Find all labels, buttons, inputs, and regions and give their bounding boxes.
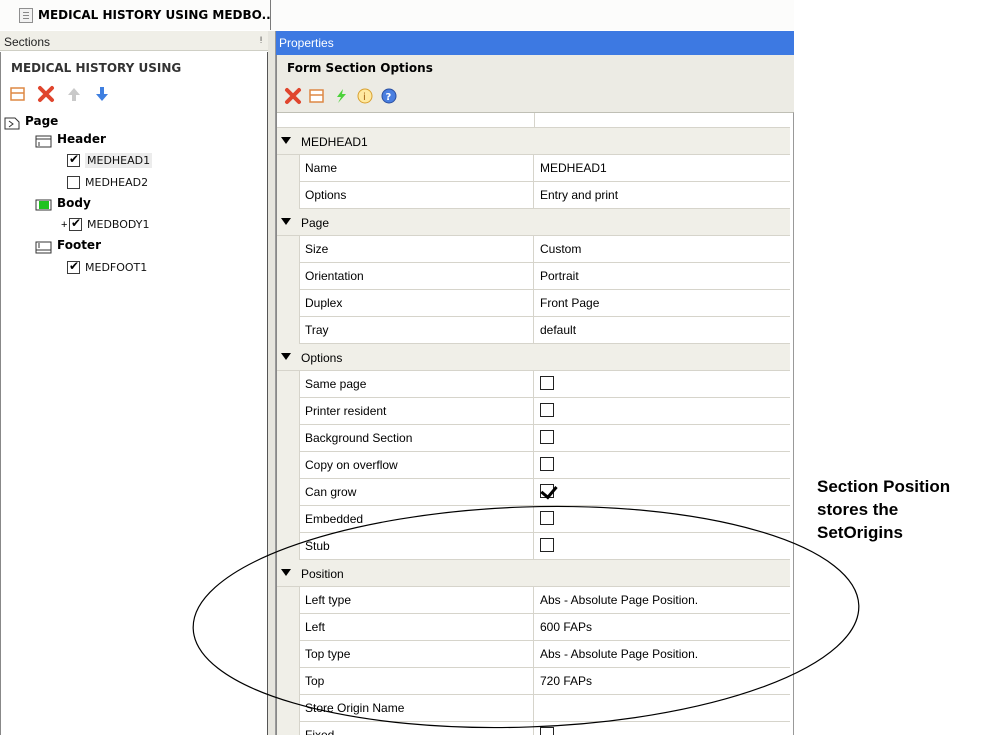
category-label: MEDHEAD1	[301, 135, 368, 149]
row-gutter	[277, 236, 299, 263]
property-row[interactable]: Options Entry and print	[277, 182, 790, 209]
document-tab-title: MEDICAL HISTORY USING MEDBO...	[38, 8, 276, 22]
sections-pane-header: Sections ᵎ	[0, 31, 268, 51]
properties-pane-header: Properties	[276, 31, 794, 55]
collapse-icon[interactable]	[281, 137, 291, 144]
tree-node-header[interactable]: Header	[35, 132, 106, 148]
property-name: Name	[299, 155, 534, 181]
section-checkbox[interactable]	[69, 216, 82, 232]
row-gutter	[277, 182, 299, 209]
callout-line: Section Position	[817, 477, 951, 496]
property-row[interactable]: Name MEDHEAD1	[277, 155, 790, 182]
tree-node-footer[interactable]: Footer	[35, 238, 101, 254]
property-category[interactable]: MEDHEAD1	[277, 128, 790, 155]
row-gutter	[277, 452, 299, 479]
delete-icon[interactable]	[37, 85, 55, 103]
property-checkbox[interactable]	[535, 371, 790, 397]
svg-text:i: i	[363, 92, 366, 103]
property-row[interactable]: Printer resident	[277, 398, 790, 425]
checkbox[interactable]	[540, 457, 554, 471]
header-section-icon	[35, 134, 52, 148]
add-section-icon[interactable]	[9, 85, 27, 103]
delete-icon[interactable]	[284, 87, 302, 105]
property-value[interactable]: Entry and print	[535, 182, 790, 208]
property-value[interactable]: Portrait	[535, 263, 790, 289]
tree-leaf[interactable]: MEDHEAD1	[67, 152, 153, 168]
info-icon[interactable]: i	[356, 87, 374, 105]
property-name: Copy on overflow	[299, 452, 534, 478]
property-row[interactable]: Background Section	[277, 425, 790, 452]
property-checkbox[interactable]	[535, 398, 790, 424]
svg-text:?: ?	[386, 92, 392, 103]
property-name: Same page	[299, 371, 534, 397]
expand-icon[interactable]: +	[61, 219, 69, 231]
property-value[interactable]: Front Page	[535, 290, 790, 316]
row-gutter	[277, 317, 299, 344]
help-icon[interactable]: ?	[380, 87, 398, 105]
grid-header	[277, 113, 790, 128]
sections-pane-title: Sections	[4, 35, 51, 49]
property-name: Orientation	[299, 263, 534, 289]
section-checkbox[interactable]	[67, 259, 80, 275]
property-name: Printer resident	[299, 398, 534, 424]
property-category[interactable]: Options	[277, 344, 790, 371]
add-section-icon[interactable]	[308, 87, 326, 105]
page-icon	[3, 116, 20, 130]
property-value[interactable]: default	[535, 317, 790, 343]
callout-ellipse	[192, 505, 860, 729]
property-value[interactable]: MEDHEAD1	[535, 155, 790, 181]
checkbox[interactable]	[540, 376, 554, 390]
row-gutter	[277, 425, 299, 452]
property-row[interactable]: Copy on overflow	[277, 452, 790, 479]
document-tab[interactable]: MEDICAL HISTORY USING MEDBO...	[0, 0, 275, 30]
checkbox[interactable]	[540, 484, 554, 498]
property-row[interactable]: Duplex Front Page	[277, 290, 790, 317]
tab-strip	[271, 0, 794, 30]
property-checkbox[interactable]	[535, 425, 790, 451]
pin-icon[interactable]: ᵎ	[260, 33, 262, 47]
tree-leaf[interactable]: +MEDBODY1	[61, 216, 150, 232]
checkbox[interactable]	[540, 430, 554, 444]
property-checkbox[interactable]	[535, 452, 790, 478]
tree-node-body[interactable]: Body	[35, 196, 91, 211]
row-gutter	[277, 290, 299, 317]
tree-node-page[interactable]: Page	[3, 114, 58, 130]
body-section-icon	[35, 198, 52, 211]
collapse-icon[interactable]	[281, 353, 291, 360]
property-value[interactable]: Custom	[535, 236, 790, 262]
property-name: Background Section	[299, 425, 534, 451]
row-gutter	[277, 398, 299, 425]
collapse-icon[interactable]	[281, 218, 291, 225]
property-name: Tray	[299, 317, 534, 343]
property-row[interactable]: Same page	[277, 371, 790, 398]
move-up-icon[interactable]	[65, 85, 83, 103]
property-category[interactable]: Page	[277, 209, 790, 236]
properties-pane-title: Properties	[279, 36, 334, 50]
category-label: Page	[301, 216, 330, 230]
sections-panel-title: MEDICAL HISTORY USING	[11, 61, 182, 75]
properties-panel-title: Form Section Options	[287, 61, 433, 75]
checkbox[interactable]	[540, 403, 554, 417]
property-name: Options	[299, 182, 534, 208]
property-name: Size	[299, 236, 534, 262]
property-row[interactable]: Size Custom	[277, 236, 790, 263]
lightning-icon[interactable]	[332, 87, 350, 105]
properties-toolbar: i ?	[284, 87, 398, 107]
property-row[interactable]: Tray default	[277, 317, 790, 344]
move-down-icon[interactable]	[93, 85, 111, 103]
property-name: Duplex	[299, 290, 534, 316]
row-gutter	[277, 263, 299, 290]
sections-toolbar	[9, 85, 111, 105]
footer-section-icon	[35, 240, 52, 254]
property-row[interactable]: Orientation Portrait	[277, 263, 790, 290]
category-label: Options	[301, 351, 343, 365]
section-checkbox[interactable]	[67, 152, 80, 168]
tree-leaf[interactable]: MEDFOOT1	[67, 259, 147, 275]
row-gutter	[277, 155, 299, 182]
tree-leaf[interactable]: MEDHEAD2	[67, 175, 148, 190]
section-checkbox[interactable]	[67, 176, 80, 190]
document-icon	[19, 8, 33, 23]
row-gutter	[277, 371, 299, 398]
